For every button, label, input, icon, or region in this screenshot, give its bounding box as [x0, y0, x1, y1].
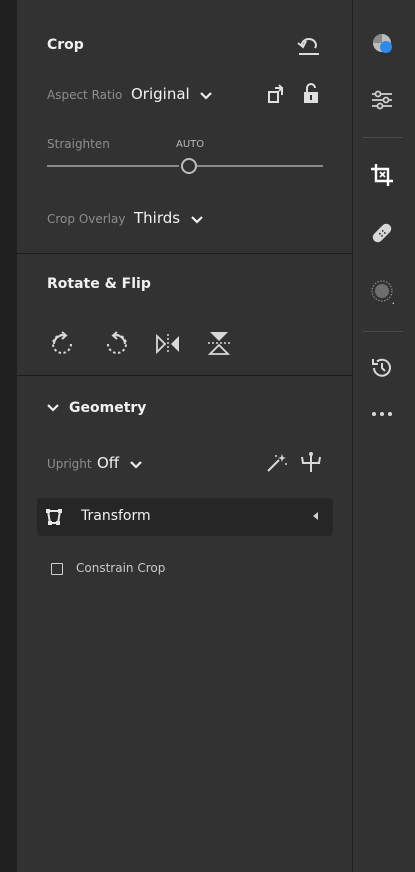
rotate-counterclockwise-icon[interactable]	[103, 331, 129, 357]
chevron-down-icon	[200, 86, 213, 104]
more-icon[interactable]	[371, 410, 393, 418]
section-divider	[17, 253, 352, 254]
transform-label: Transform	[81, 508, 151, 524]
bandage-icon[interactable]	[370, 221, 394, 245]
caret-left-icon[interactable]	[313, 512, 319, 520]
rotate-flip-title: Rotate & Flip	[47, 276, 151, 292]
straighten-label: Straighten	[47, 137, 110, 151]
rail-separator	[363, 331, 403, 332]
rotate-clockwise-icon[interactable]	[50, 331, 76, 357]
magic-wand-icon[interactable]	[266, 453, 288, 473]
geometry-header[interactable]: Geometry	[47, 400, 327, 420]
upright-label: Upright	[47, 457, 92, 471]
tool-rail	[353, 0, 415, 872]
upright-value: Off	[97, 454, 120, 472]
transform-icon	[44, 507, 64, 527]
color-swatch-icon[interactable]	[370, 31, 394, 55]
history-icon[interactable]	[370, 356, 394, 380]
reset-icon[interactable]	[296, 37, 322, 57]
constrain-crop-label: Constrain Crop	[76, 561, 166, 575]
flip-horizontal-icon[interactable]	[155, 333, 181, 355]
chevron-down-icon	[191, 210, 203, 228]
crop-overlay-dropdown[interactable]: Thirds	[134, 209, 203, 228]
crop-panel	[17, 0, 352, 872]
lock-open-icon[interactable]	[302, 83, 320, 105]
crop-overlay-label: Crop Overlay	[47, 212, 126, 226]
flip-vertical-icon[interactable]	[207, 330, 231, 356]
upright-dropdown[interactable]: Off	[97, 454, 142, 473]
aspect-ratio-label: Aspect Ratio	[47, 88, 123, 102]
left-edge	[0, 0, 17, 872]
aspect-ratio-value: Original	[131, 85, 190, 103]
rotate-crop-icon[interactable]	[266, 84, 286, 104]
straighten-track-left	[47, 165, 179, 167]
chevron-down-icon	[130, 455, 142, 473]
aspect-ratio-dropdown[interactable]: Original	[131, 85, 213, 104]
crop-title: Crop	[47, 37, 84, 53]
section-divider	[17, 375, 352, 376]
straighten-track-right	[197, 165, 323, 167]
sliders-icon[interactable]	[370, 88, 394, 112]
masking-icon[interactable]	[370, 279, 396, 309]
crop-icon[interactable]	[369, 162, 395, 188]
rail-separator	[363, 137, 403, 138]
geometry-title: Geometry	[69, 400, 147, 416]
straighten-thumb[interactable]	[181, 158, 197, 174]
straighten-auto-button[interactable]: AUTO	[176, 139, 204, 150]
constrain-crop-checkbox[interactable]	[51, 563, 63, 575]
crop-overlay-value: Thirds	[134, 209, 181, 227]
chevron-down-icon	[47, 404, 59, 412]
guided-upright-icon[interactable]	[299, 451, 323, 475]
